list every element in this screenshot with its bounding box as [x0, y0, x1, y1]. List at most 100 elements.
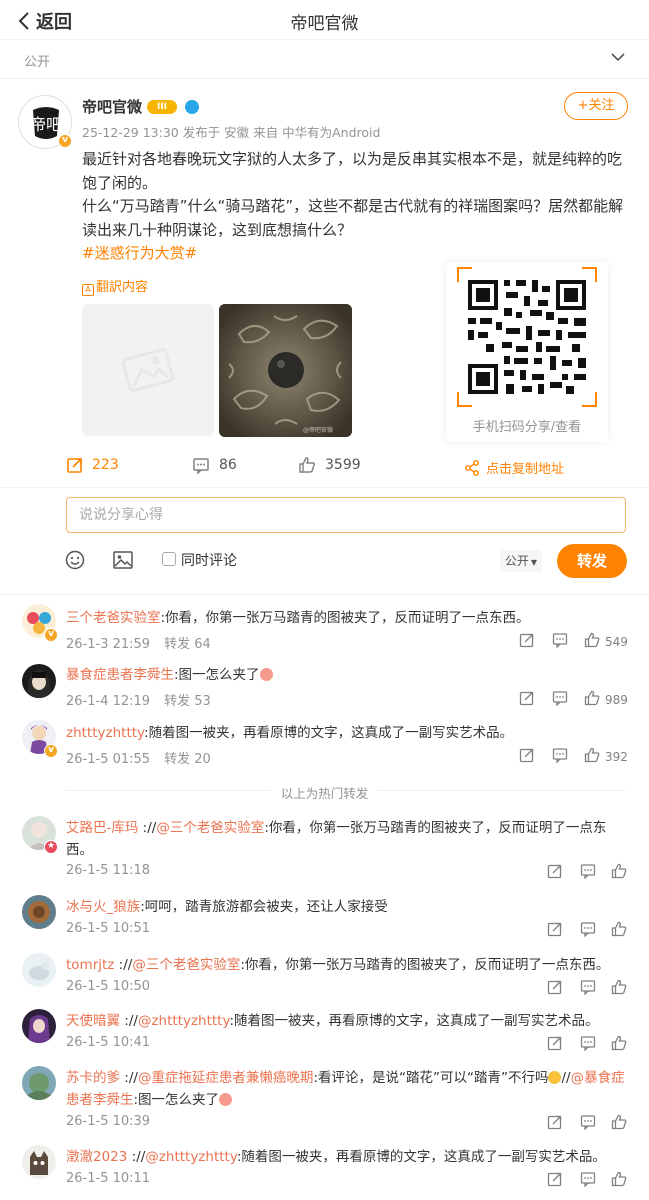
- translate-icon: A: [82, 284, 94, 296]
- repost-input[interactable]: 说说分享心得: [66, 497, 626, 533]
- repost-meta: 26-1-5 01:55 转发 20: [66, 748, 211, 767]
- repost-text: 澂澈2023 ://@zhtttyzhttty:随着图一被夹，再看原博的文字，这…: [66, 1149, 606, 1165]
- divider: [0, 487, 649, 488]
- timestamp: 26-1-5 10:51: [66, 921, 151, 936]
- mention-link[interactable]: @三个老爸实验室: [132, 957, 240, 973]
- comment-icon[interactable]: [580, 979, 596, 995]
- post-text-2: 什么“万马踏青”什么“骑马踏花”，这些不都是古代就有的祥瑞图案吗？居然都能解读出…: [82, 197, 624, 239]
- copy-link-button[interactable]: 点击复制地址: [464, 458, 564, 477]
- user-name-link[interactable]: 暴食症患者李舜生: [66, 667, 174, 683]
- post-image-2[interactable]: @帝吧官微: [219, 304, 352, 437]
- repost-icon[interactable]: [547, 1114, 563, 1130]
- timestamp: 26-1-4 12:19: [66, 694, 151, 709]
- repost-count: 转发 53: [164, 694, 211, 709]
- svg-text:帝吧: 帝吧: [30, 115, 62, 134]
- repost-icon[interactable]: [519, 690, 535, 706]
- like-icon[interactable]: [611, 1114, 627, 1130]
- verified-badge-icon: v: [58, 134, 72, 148]
- like-icon[interactable]: [611, 1171, 627, 1187]
- visibility-row[interactable]: 公开: [0, 44, 649, 74]
- repost-meta: 26-1-4 12:19 转发 53: [66, 690, 211, 709]
- repost-body: :图一怎么夹了: [174, 667, 260, 683]
- share-icon: [465, 459, 479, 476]
- comment-icon[interactable]: [580, 1114, 596, 1130]
- submit-repost-button[interactable]: 转发: [557, 544, 627, 578]
- mention-link[interactable]: @zhtttyzhttty: [138, 1013, 230, 1029]
- hot-divider-label: 以上为热门转发: [0, 783, 649, 802]
- like-icon[interactable]: [611, 1035, 627, 1051]
- comment-action[interactable]: 86: [192, 456, 237, 474]
- divider: [0, 594, 649, 595]
- repost-text: 艾路巴-库玛 ://@三个老爸实验室:你看，你第一张万马踏青的图被夹了，反而证明…: [66, 820, 607, 858]
- like-icon[interactable]: [611, 921, 627, 937]
- repost-icon[interactable]: [547, 979, 563, 995]
- repost-icon[interactable]: [547, 921, 563, 937]
- author-name[interactable]: 帝吧官微: [82, 96, 142, 117]
- repost-icon[interactable]: [519, 632, 535, 648]
- bronze-mirror-image: @帝吧官微: [219, 304, 352, 437]
- like-icon[interactable]: [611, 979, 627, 995]
- user-name-link[interactable]: 三个老爸实验室: [66, 610, 161, 626]
- mention-link[interactable]: @zhtttyzhttty: [145, 1149, 237, 1165]
- mention-link[interactable]: @三个老爸实验室: [156, 820, 264, 836]
- timestamp: 26-1-5 10:50: [66, 979, 151, 994]
- comment-icon[interactable]: [580, 921, 596, 937]
- like-icon[interactable]: [611, 863, 627, 879]
- mention-link[interactable]: 患者李舜生: [66, 1092, 134, 1108]
- avatar[interactable]: [22, 895, 56, 929]
- timestamp: 26-1-5 11:18: [66, 863, 151, 878]
- comment-icon[interactable]: [552, 747, 568, 763]
- repost-icon[interactable]: [547, 1171, 563, 1187]
- like-count: 989: [605, 693, 628, 707]
- mention-link[interactable]: @重症拖延症患者兼懒癌晚期: [138, 1070, 314, 1086]
- user-name-link[interactable]: 天使暗翼: [66, 1013, 120, 1029]
- top-bar: 返回 帝吧官微: [0, 0, 649, 40]
- user-name-link[interactable]: 艾路巴-库玛: [66, 820, 138, 836]
- comment-icon[interactable]: [552, 690, 568, 706]
- page-title: 帝吧官微: [290, 14, 359, 34]
- chevron-down-icon[interactable]: [611, 52, 625, 62]
- post-image-1-placeholder[interactable]: [82, 304, 214, 436]
- like-icon[interactable]: [584, 632, 600, 648]
- post-meta: 25-12-29 13:30 发布于 安徽 来自 中华有为Android: [82, 125, 381, 140]
- comment-icon[interactable]: [580, 1035, 596, 1051]
- avatar[interactable]: [22, 1145, 56, 1179]
- visibility-select[interactable]: 公开 ▼: [500, 550, 542, 572]
- user-name-link[interactable]: 冰与火_狼族: [66, 899, 140, 915]
- like-icon[interactable]: [584, 690, 600, 706]
- like-action[interactable]: 3599: [298, 456, 361, 474]
- visibility-select-value: 公开: [504, 554, 529, 568]
- repost-icon[interactable]: [547, 1035, 563, 1051]
- member-badge-icon: ★: [44, 840, 58, 854]
- mention-link[interactable]: @暴食症: [571, 1070, 625, 1086]
- repost-icon[interactable]: [519, 747, 535, 763]
- avatar[interactable]: [22, 664, 56, 698]
- image-upload-icon[interactable]: [113, 551, 133, 569]
- timestamp: 26-1-3 21:59: [66, 637, 151, 652]
- avatar[interactable]: [22, 953, 56, 987]
- like-icon[interactable]: [584, 747, 600, 763]
- user-name-link[interactable]: 澂澈2023: [66, 1149, 127, 1165]
- repost-icon[interactable]: [547, 863, 563, 879]
- translate-button[interactable]: A 翻訳内容: [82, 276, 148, 296]
- avatar[interactable]: [22, 1066, 56, 1100]
- user-name-link[interactable]: zhtttyzhttty: [66, 725, 144, 741]
- repost-text: 暴食症患者李舜生:图一怎么夹了: [66, 664, 632, 686]
- comment-icon[interactable]: [552, 632, 568, 648]
- emoji-icon: [259, 668, 273, 681]
- sync-comment-checkbox[interactable]: [162, 552, 176, 566]
- follow-button[interactable]: +关注: [564, 92, 628, 120]
- repost-meta: 26-1-3 21:59 转发 64: [66, 633, 211, 652]
- repost-text: 三个老爸实验室:你看，你第一张万马踏青的图被夹了，反而证明了一点东西。: [66, 607, 632, 629]
- emoji-icon[interactable]: [65, 550, 85, 570]
- comment-icon[interactable]: [580, 863, 596, 879]
- comment-icon[interactable]: [580, 1171, 596, 1187]
- repost-body: :你看，你第一张万马踏青的图被夹了，反而证明了一点东西。: [160, 610, 530, 626]
- user-name-link[interactable]: tomrjtz: [66, 957, 114, 973]
- like-icon: [299, 457, 316, 473]
- repost-action[interactable]: 223: [66, 456, 119, 474]
- emoji-icon: [219, 1093, 233, 1106]
- avatar[interactable]: [22, 1009, 56, 1043]
- comment-icon: [193, 458, 209, 474]
- user-name-link[interactable]: 苏卡的爹: [66, 1070, 120, 1086]
